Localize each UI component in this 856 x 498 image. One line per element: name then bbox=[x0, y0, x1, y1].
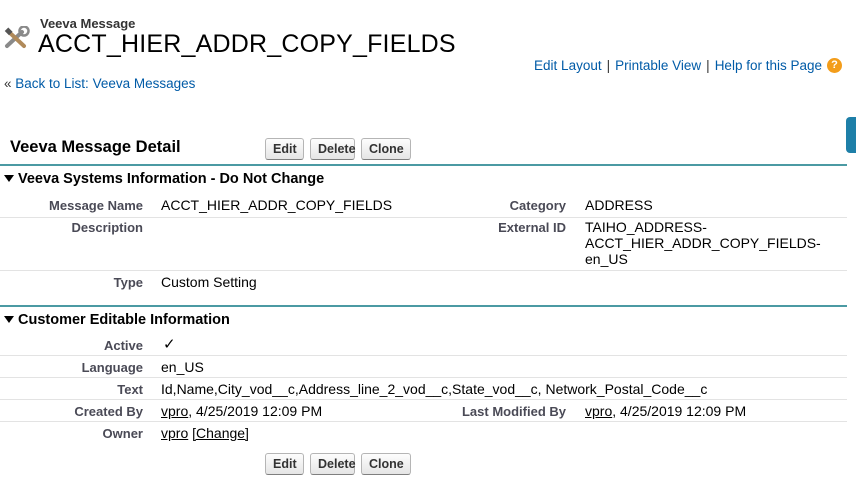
active-check-icon: ✓ bbox=[163, 336, 176, 353]
created-by-user-link[interactable]: vpro bbox=[161, 403, 188, 419]
category-value: ADDRESS bbox=[585, 197, 653, 213]
record-title: ACCT_HIER_ADDR_COPY_FIELDS bbox=[38, 30, 456, 58]
type-value: Custom Setting bbox=[161, 274, 257, 290]
owner-user-link[interactable]: vpro bbox=[161, 425, 188, 441]
row-divider bbox=[0, 355, 847, 356]
created-by-value: vpro, 4/25/2019 12:09 PM bbox=[161, 403, 322, 419]
help-icon[interactable]: ? bbox=[827, 58, 842, 73]
section-header-customer[interactable]: Customer Editable Information bbox=[4, 312, 230, 328]
owner-value: vpro [Change] bbox=[161, 425, 249, 441]
delete-button[interactable]: Delete bbox=[310, 453, 356, 475]
external-id-value: TAIHO_ADDRESS- ACCT_HIER_ADDR_COPY_FIELD… bbox=[585, 219, 821, 267]
delete-button[interactable]: Delete bbox=[310, 138, 356, 160]
language-label: Language bbox=[81, 360, 143, 375]
external-id-line: ACCT_HIER_ADDR_COPY_FIELDS- bbox=[585, 235, 821, 251]
section-title: Veeva Systems Information - Do Not Chang… bbox=[18, 171, 325, 187]
link-separator: | bbox=[706, 58, 710, 73]
section-title: Customer Editable Information bbox=[18, 312, 230, 328]
back-arrow: « bbox=[4, 76, 12, 91]
edit-button[interactable]: Edit bbox=[265, 138, 304, 160]
type-label: Type bbox=[113, 275, 143, 290]
row-divider bbox=[0, 217, 847, 218]
back-to-list-link[interactable]: Back to List: Veeva Messages bbox=[15, 76, 195, 91]
row-divider bbox=[0, 270, 847, 271]
last-modified-date: , 4/25/2019 12:09 PM bbox=[612, 403, 747, 419]
help-link[interactable]: Help for this Page bbox=[715, 58, 822, 73]
help-links: Edit Layout | Printable View | Help for … bbox=[534, 58, 842, 73]
external-id-line: en_US bbox=[585, 251, 628, 267]
external-id-label: External ID bbox=[498, 220, 566, 235]
language-value: en_US bbox=[161, 359, 204, 375]
row-divider bbox=[0, 421, 847, 422]
created-by-label: Created By bbox=[74, 404, 143, 419]
last-modified-value: vpro, 4/25/2019 12:09 PM bbox=[585, 403, 746, 419]
section-divider bbox=[0, 305, 847, 307]
last-modified-label: Last Modified By bbox=[461, 404, 566, 419]
clone-button[interactable]: Clone bbox=[361, 138, 411, 160]
row-divider bbox=[0, 377, 847, 378]
section-header-system[interactable]: Veeva Systems Information - Do Not Chang… bbox=[4, 171, 324, 187]
message-name-value: ACCT_HIER_ADDR_COPY_FIELDS bbox=[161, 197, 393, 213]
detail-title: Veeva Message Detail bbox=[10, 138, 181, 156]
message-name-label: Message Name bbox=[49, 198, 143, 213]
text-value: Id,Name,City_vod__c,Address_line_2_vod__… bbox=[161, 381, 708, 397]
created-by-date: , 4/25/2019 12:09 PM bbox=[188, 403, 323, 419]
side-panel-toggle[interactable] bbox=[846, 117, 856, 153]
collapse-triangle-icon[interactable] bbox=[4, 174, 14, 182]
breadcrumb: « Back to List: Veeva Messages bbox=[4, 76, 195, 91]
collapse-triangle-icon[interactable] bbox=[4, 315, 14, 323]
link-separator: | bbox=[606, 58, 611, 73]
row-divider bbox=[0, 399, 847, 400]
last-modified-user-link[interactable]: vpro bbox=[585, 403, 612, 419]
external-id-line: TAIHO_ADDRESS- bbox=[585, 219, 707, 235]
edit-layout-link[interactable]: Edit Layout bbox=[534, 58, 602, 73]
tools-icon bbox=[4, 26, 30, 48]
owner-label: Owner bbox=[102, 426, 143, 441]
clone-button[interactable]: Clone bbox=[361, 453, 411, 475]
object-type-label: Veeva Message bbox=[40, 16, 136, 31]
description-label: Description bbox=[71, 220, 143, 235]
active-label: Active bbox=[103, 338, 143, 353]
section-divider bbox=[0, 164, 847, 166]
text-label: Text bbox=[117, 382, 143, 397]
category-label: Category bbox=[509, 198, 566, 213]
printable-view-link[interactable]: Printable View bbox=[615, 58, 701, 73]
change-owner-link[interactable]: [Change] bbox=[192, 425, 249, 441]
edit-button[interactable]: Edit bbox=[265, 453, 304, 475]
